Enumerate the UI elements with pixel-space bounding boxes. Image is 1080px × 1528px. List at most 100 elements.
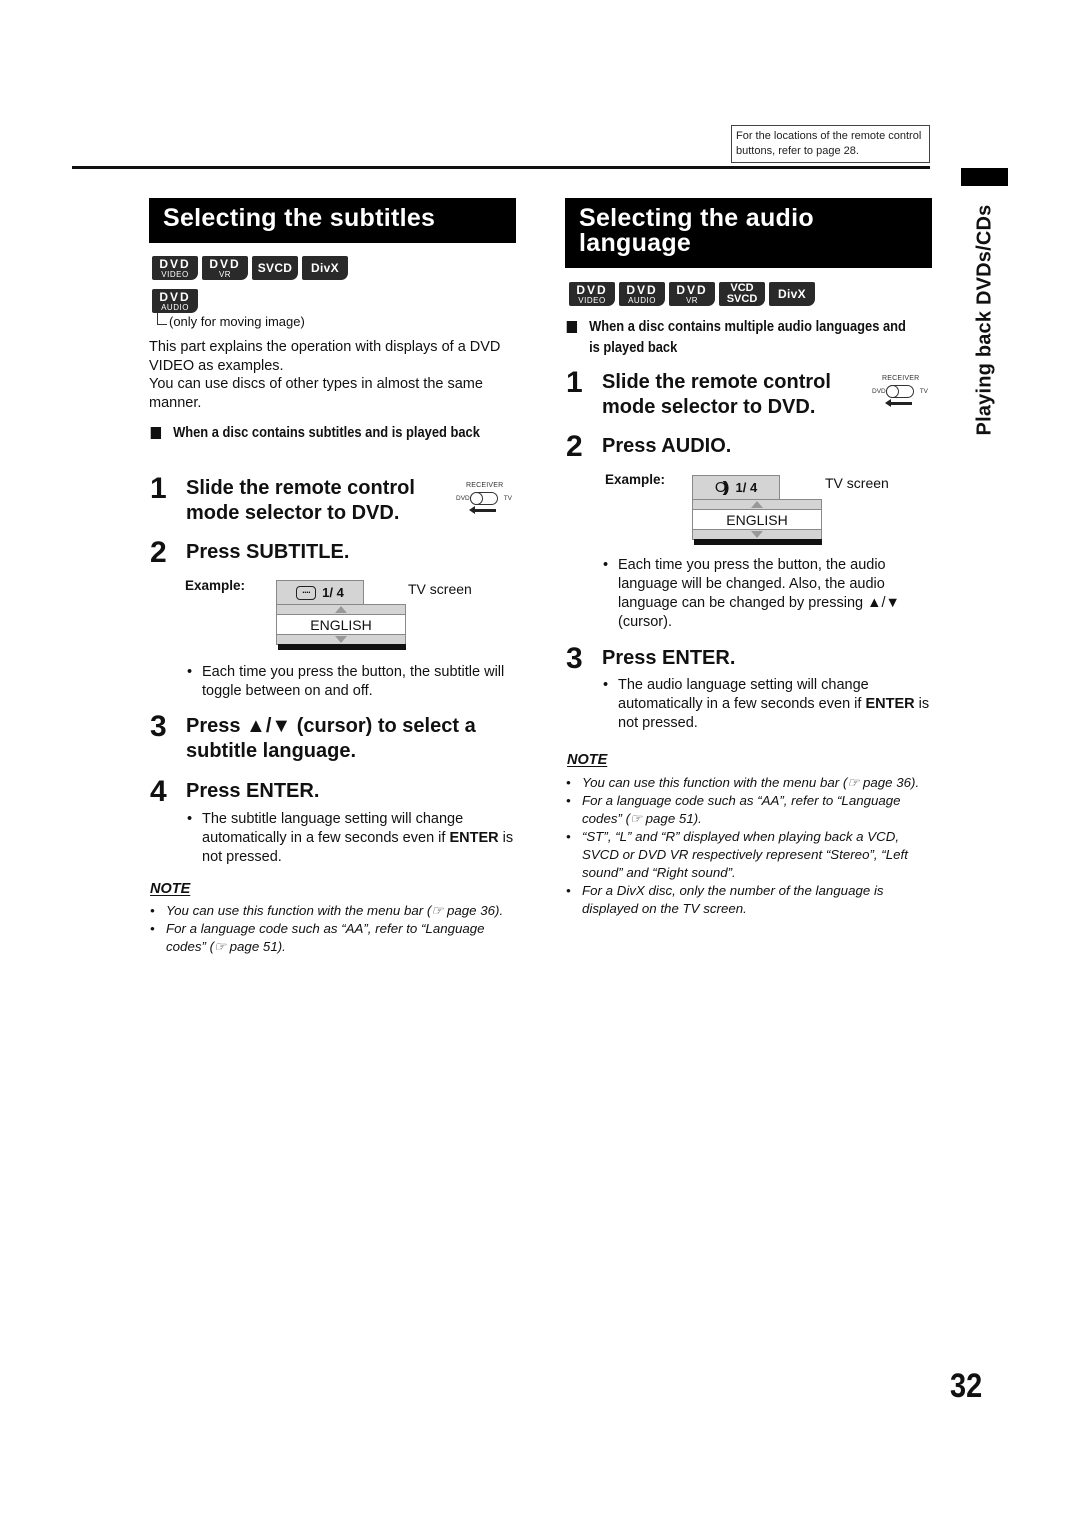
step-text: Slide the remote control mode selector t… (186, 477, 415, 524)
tv-osd-subtitle: .... 1/ 4 ENGLISH (276, 580, 406, 656)
badge-divx-icon: DivX (769, 282, 815, 306)
triangle-down-icon (335, 636, 347, 643)
example-label: Example: (605, 472, 666, 487)
note-item: • For a DivX disc, only the number of the… (566, 883, 884, 916)
badge-note: (only for moving image) (157, 313, 305, 329)
selector-track (886, 385, 914, 398)
triangle-up-icon (335, 606, 347, 613)
step-2-bullet: • Each time you press the button, the su… (185, 663, 525, 701)
audio-icon: O))) (714, 479, 730, 496)
step-2-bullet: • Each time you press the button, the au… (601, 556, 931, 632)
osd-shadow (694, 539, 822, 545)
top-rule (72, 166, 930, 169)
step-4-bullet: • The subtitle language setting will cha… (185, 810, 515, 867)
intro-line: You can use discs of other types in almo… (149, 376, 483, 411)
note-title: NOTE (567, 752, 608, 768)
bullet-icon: • (603, 677, 609, 693)
step-4-subtitles: 4 Press ENTER. (150, 775, 500, 808)
subheading-text: When a disc contains multiple audio lang… (589, 318, 906, 356)
badge-dvd-video-icon: DVD VIDEO (152, 256, 198, 280)
intro-text: This part explains the operation with di… (149, 338, 519, 412)
square-bullet-icon (150, 427, 162, 439)
osd-header: .... 1/ 4 (276, 580, 364, 605)
step-number: 1 (566, 366, 583, 399)
note-item: • “ST”, “L” and “R” displayed when playin… (566, 829, 908, 880)
step-1-subtitles: 1 Slide the remote control mode selector… (150, 472, 450, 526)
bullet-text: The audio language setting will change a… (618, 677, 930, 731)
selector-tv-label: TV (919, 388, 928, 395)
mode-selector-icon: RECEIVER DVD TV (456, 482, 512, 524)
osd-header: O))) 1/ 4 (692, 475, 780, 500)
intro-line: This part explains the operation with di… (149, 339, 501, 374)
bullet-text: Each time you press the button, the audi… (618, 557, 900, 630)
bullet-icon: • (603, 557, 609, 573)
badge-vcd-svcd-icon: VCD SVCD (719, 282, 765, 306)
step-number: 2 (566, 430, 583, 463)
osd-language: ENGLISH (276, 614, 406, 635)
selector-tv-label: TV (503, 495, 512, 502)
osd-language: ENGLISH (692, 509, 822, 530)
step-text: Press SUBTITLE. (186, 541, 350, 563)
step-text: Press ENTER. (186, 780, 320, 802)
selector-knob (886, 385, 899, 398)
badge-dvd-video-icon: DVD VIDEO (569, 282, 615, 306)
badge-dvd-audio-icon: DVD AUDIO (152, 289, 198, 313)
example-label: Example: (185, 578, 246, 593)
disc-badges-subtitles-row2: DVD AUDIO (152, 289, 198, 313)
triangle-up-icon (751, 501, 763, 508)
disc-badges-subtitles: DVD VIDEO DVD VR SVCD DivX (152, 256, 348, 280)
side-tab-marker (961, 168, 1008, 186)
step-2-audio: 2 Press AUDIO. (566, 430, 916, 463)
badge-dvd-vr-icon: DVD VR (669, 282, 715, 306)
badge-dvd-audio-icon: DVD AUDIO (619, 282, 665, 306)
selector-receiver-label: RECEIVER (882, 375, 920, 382)
tv-osd-audio: O))) 1/ 4 ENGLISH (692, 475, 822, 551)
selector-track (470, 492, 498, 505)
selector-dvd-label: DVD (872, 388, 886, 395)
section-title-audio: Selecting the audio language (565, 198, 932, 268)
subtitle-icon: .... (296, 585, 317, 600)
badge-note-text: (only for moving image) (169, 314, 305, 329)
side-tab: Playing back DVDs/CDs (960, 190, 1010, 450)
mode-selector-icon: RECEIVER DVD TV (872, 375, 928, 417)
selector-receiver-label: RECEIVER (466, 482, 504, 489)
step-number: 2 (150, 536, 167, 569)
bullet-icon: • (187, 664, 193, 680)
step-number: 4 (150, 775, 167, 808)
step-number: 1 (150, 472, 167, 505)
arrow-left-icon (469, 506, 496, 514)
osd-shadow (278, 644, 406, 650)
step-3-audio: 3 Press ENTER. (566, 642, 916, 675)
bracket-line (157, 313, 167, 325)
step-number: 3 (150, 710, 167, 743)
step-text: Press ▲/▼ (cursor) to select a subtitle … (186, 715, 476, 762)
badge-dvd-vr-icon: DVD VR (202, 256, 248, 280)
tv-screen-label: TV screen (408, 581, 472, 597)
section-title-subtitles: Selecting the subtitles (149, 198, 516, 243)
square-bullet-icon (566, 321, 578, 333)
note-item: • For a language code such as “AA”, refer… (566, 793, 901, 826)
badge-svcd-icon: SVCD (252, 256, 298, 280)
note-title: NOTE (150, 881, 191, 897)
triangle-down-icon (751, 531, 763, 538)
bullet-text: The subtitle language setting will chang… (202, 811, 514, 865)
step-number: 3 (566, 642, 583, 675)
step-3-bullet: • The audio language setting will change… (601, 676, 931, 733)
step-text: Press ENTER. (602, 647, 736, 669)
osd-counter: 1/ 4 (322, 585, 344, 600)
subheading-audio: When a disc contains multiple audio lang… (565, 316, 918, 358)
subheading-text: When a disc contains subtitles and is pl… (173, 424, 480, 441)
note-item: • You can use this function with the menu… (566, 775, 920, 790)
step-3-subtitles: 3 Press ▲/▼ (cursor) to select a subtitl… (150, 710, 520, 764)
step-2-subtitles: 2 Press SUBTITLE. (150, 536, 500, 569)
notes-subtitles: • You can use this function with the menu… (150, 902, 510, 956)
bullet-icon: • (187, 811, 193, 827)
disc-badges-audio: DVD VIDEO DVD AUDIO DVD VR VCD SVCD DivX (569, 282, 815, 306)
page-number: 32 (950, 1367, 983, 1405)
selector-knob (470, 492, 483, 505)
osd-counter: 1/ 4 (735, 480, 758, 495)
note-item: • You can use this function with the menu… (150, 903, 504, 918)
selector-dvd-label: DVD (456, 495, 470, 502)
arrow-left-icon (885, 399, 912, 407)
badge-divx-icon: DivX (302, 256, 348, 280)
